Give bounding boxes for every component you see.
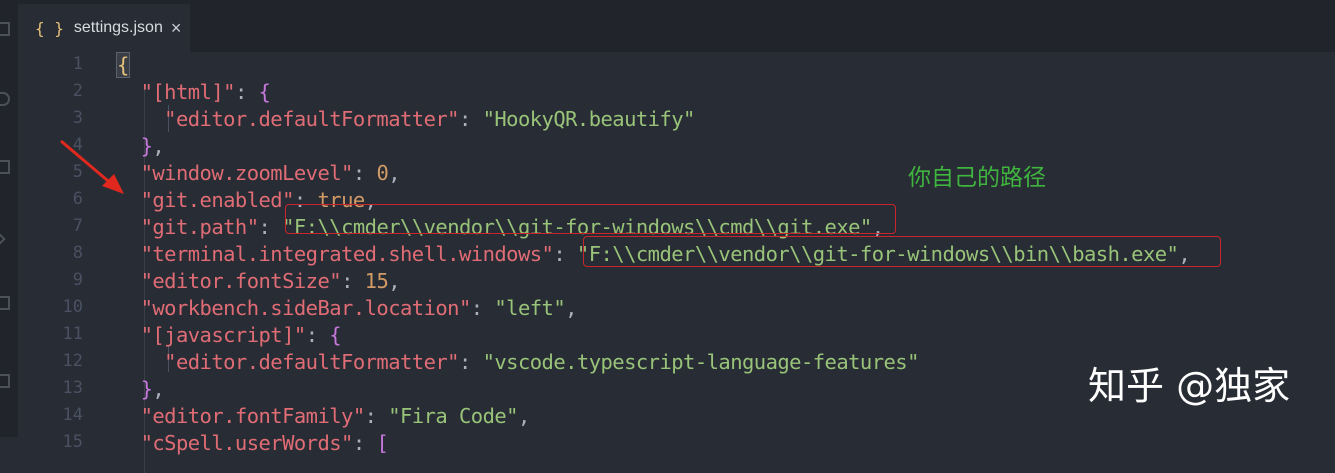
code-line: 15 "cSpell.userWords": [	[18, 430, 1335, 457]
source-control-icon[interactable]	[0, 160, 10, 174]
code-line: 4 },	[18, 133, 1335, 160]
git-path-highlight-box	[285, 204, 896, 234]
tab-settings-json[interactable]: { } settings.json ×	[18, 4, 190, 52]
close-icon[interactable]: ×	[171, 18, 182, 39]
line-number: 7	[72, 216, 83, 236]
line-number: 8	[72, 243, 83, 263]
json-key: "editor.fontFamily"	[140, 404, 366, 428]
code-line: 2 "[html]": {	[18, 79, 1335, 106]
extensions-icon[interactable]	[0, 296, 10, 310]
tab-bar: { } settings.json ×	[18, 0, 1335, 52]
red-arrow-icon	[60, 139, 124, 194]
json-key: "git.enabled"	[140, 188, 295, 212]
path-annotation: 你自己的路径	[908, 165, 1046, 191]
json-string: "left"	[494, 296, 566, 320]
json-string: "HookyQR.beautify"	[482, 107, 696, 131]
json-number: 15	[364, 269, 389, 293]
json-string: "Fira Code"	[388, 404, 518, 428]
json-key: "editor.defaultFormatter"	[164, 350, 459, 374]
json-key: "cSpell.userWords"	[140, 431, 354, 455]
json-key: "workbench.sideBar.location"	[140, 296, 472, 320]
code-line: 1 {	[18, 52, 1335, 79]
code-line: 11 "[javascript]": {	[18, 322, 1335, 349]
json-string: "vscode.typescript-language-features"	[482, 350, 920, 374]
run-debug-icon[interactable]	[0, 233, 6, 245]
code-line: 10 "workbench.sideBar.location": "left",	[18, 295, 1335, 322]
line-number: 12	[62, 351, 83, 371]
json-key: "[html]"	[140, 80, 236, 104]
code-line: 9 "editor.fontSize": 15,	[18, 268, 1335, 295]
zhihu-watermark: 知乎 @独家	[1088, 364, 1291, 408]
code-line: 5 "window.zoomLevel": 0,	[18, 160, 1335, 187]
shell-path-highlight-box	[583, 236, 1221, 267]
json-key: "editor.defaultFormatter"	[164, 107, 459, 131]
line-number: 14	[62, 405, 83, 425]
remote-icon[interactable]	[0, 374, 10, 388]
activity-bar	[0, 0, 18, 437]
explorer-icon[interactable]	[0, 22, 10, 36]
line-number: 3	[72, 108, 83, 128]
search-icon[interactable]	[0, 92, 10, 106]
json-key: "window.zoomLevel"	[140, 161, 354, 185]
line-number: 1	[72, 54, 83, 74]
line-number: 13	[62, 378, 83, 398]
brace-open: {	[116, 52, 130, 78]
line-number: 10	[62, 297, 83, 317]
json-key: "terminal.integrated.shell.windows"	[140, 242, 554, 266]
code-line: 3 "editor.defaultFormatter": "HookyQR.be…	[18, 106, 1335, 133]
line-number: 15	[62, 432, 83, 452]
line-number: 11	[62, 324, 83, 344]
line-number: 9	[72, 270, 83, 290]
tab-title: settings.json	[73, 19, 163, 36]
json-key: "editor.fontSize"	[140, 269, 342, 293]
json-key: "git.path"	[140, 215, 259, 239]
json-key: "[javascript]"	[140, 323, 307, 347]
json-braces-icon: { }	[35, 18, 64, 38]
line-number: 2	[72, 81, 83, 101]
json-number: 0	[376, 161, 389, 185]
